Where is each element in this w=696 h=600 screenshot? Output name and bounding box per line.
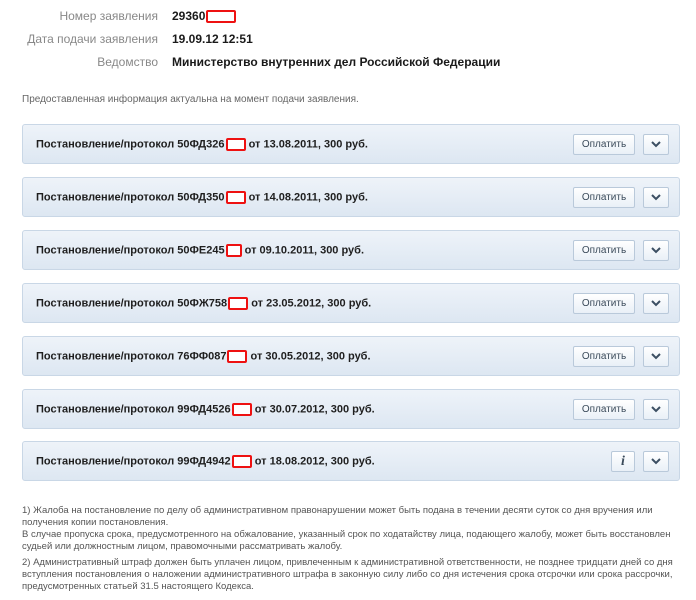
decision-row: Постановление/протокол 99ФД4526 от 30.07…	[22, 389, 680, 429]
redaction-mark	[231, 402, 252, 416]
chevron-down-icon	[651, 353, 661, 360]
chevron-down-icon	[651, 406, 661, 413]
chevron-down-icon	[651, 300, 661, 307]
info-icon: i	[621, 453, 625, 469]
footnote-1-text: 1) Жалоба на постановление по делу об ад…	[22, 505, 653, 528]
number-value: 29360	[172, 9, 237, 24]
chevron-down-icon	[651, 458, 661, 465]
dept-label: Ведомство	[97, 55, 158, 69]
number-label: Номер заявления	[59, 9, 158, 23]
decision-row: Постановление/протокол 99ФД4942 от 18.08…	[22, 441, 680, 481]
date-label: Дата подачи заявления	[27, 32, 158, 46]
pay-button[interactable]: Оплатить	[573, 399, 635, 420]
chevron-down-icon	[651, 194, 661, 201]
redaction-mark	[231, 454, 252, 468]
expand-button[interactable]	[643, 187, 669, 208]
expand-button[interactable]	[643, 451, 669, 472]
expand-button[interactable]	[643, 134, 669, 155]
decision-row: Постановление/протокол 50ФЕ245 от 09.10.…	[22, 230, 680, 270]
expand-button[interactable]	[643, 240, 669, 261]
dept-row: Ведомство Министерство внутренних дел Ро…	[0, 52, 500, 72]
redaction-mark	[227, 349, 248, 363]
pay-button[interactable]: Оплатить	[573, 187, 635, 208]
redaction-mark	[228, 296, 249, 310]
footnote-2-text: 2) Административный штраф должен быть уп…	[22, 557, 673, 592]
date-row: Дата подачи заявления 19.09.12 12:51	[0, 29, 253, 49]
chevron-down-icon	[651, 141, 661, 148]
pay-button[interactable]: Оплатить	[573, 240, 635, 261]
redaction-mark	[206, 10, 237, 24]
redaction-mark	[225, 243, 242, 257]
pay-button[interactable]: Оплатить	[573, 293, 635, 314]
pay-button[interactable]: Оплатить	[573, 346, 635, 367]
date-value: 19.09.12 12:51	[172, 32, 253, 46]
decision-row: Постановление/протокол 76ФФ087 от 30.05.…	[22, 336, 680, 376]
footnote-1-extra: В случае пропуска срока, предусмотренног…	[22, 529, 671, 552]
expand-button[interactable]	[643, 346, 669, 367]
redaction-mark	[225, 190, 246, 204]
redaction-mark	[225, 137, 246, 151]
decision-title: Постановление/протокол 99ФД4942 от 18.08…	[36, 454, 375, 468]
expand-button[interactable]	[643, 399, 669, 420]
number-row: Номер заявления 29360	[0, 6, 237, 26]
expand-button[interactable]	[643, 293, 669, 314]
footnote-2: 2) Административный штраф должен быть уп…	[22, 557, 682, 593]
decision-row: Постановление/протокол 50ФД350 от 14.08.…	[22, 177, 680, 217]
footnote-1: 1) Жалоба на постановление по делу об ад…	[22, 505, 682, 553]
chevron-down-icon	[651, 247, 661, 254]
actuality-notice: Предоставленная информация актуальна на …	[22, 94, 359, 105]
decision-row: Постановление/протокол 50ФЖ758 от 23.05.…	[22, 283, 680, 323]
decision-row: Постановление/протокол 50ФД326 от 13.08.…	[22, 124, 680, 164]
pay-button[interactable]: Оплатить	[573, 134, 635, 155]
info-button[interactable]: i	[611, 451, 635, 472]
dept-value: Министерство внутренних дел Российской Ф…	[172, 55, 501, 69]
